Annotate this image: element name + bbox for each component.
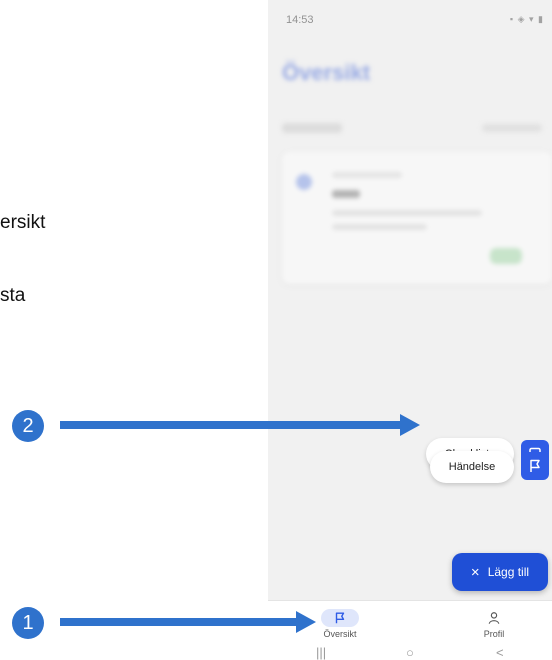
arrow-2-head <box>400 414 420 436</box>
annotation-marker-2: 2 <box>12 410 44 442</box>
annotation-arrows <box>60 414 420 633</box>
annotation-marker-1: 1 <box>12 607 44 639</box>
arrow-1-head <box>296 611 316 633</box>
